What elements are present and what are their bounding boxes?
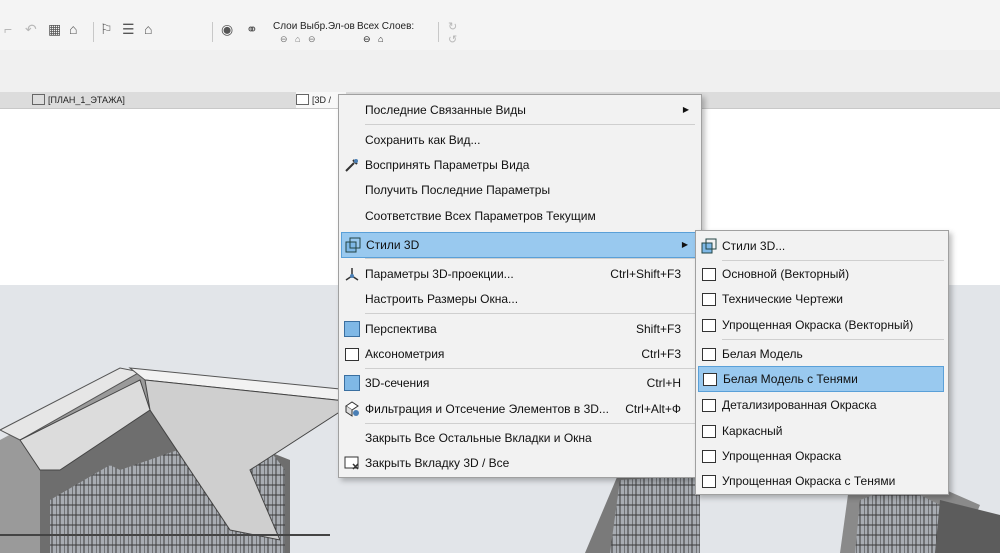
menu-item-shortcut: Ctrl+Shift+F3 xyxy=(610,267,681,281)
render-style-icon xyxy=(701,473,717,489)
menu-item-label: Соответствие Всех Параметров Текущим xyxy=(365,209,596,223)
render-style-icon xyxy=(701,397,717,413)
menu-item-label: Фильтрация и Отсечение Элементов в 3D... xyxy=(365,402,609,416)
render-style-icon xyxy=(701,346,717,362)
render-style-icon xyxy=(701,317,717,333)
submenu-item-label: Упрощенная Окраска с Тенями xyxy=(722,474,896,488)
menu-item-shortcut: Ctrl+Alt+Ф xyxy=(625,402,681,416)
submenu-item-3d-styles-dialog[interactable]: Стили 3D... xyxy=(698,234,944,258)
menu-item-label: Последние Связанные Виды xyxy=(365,103,526,117)
close-tab-icon xyxy=(344,456,359,470)
menu-item-label: Параметры 3D-проекции... xyxy=(365,267,514,281)
submenu-item-label: Детализированная Окраска xyxy=(722,398,877,412)
submenu-item-label: Упрощенная Окраска xyxy=(722,449,842,463)
submenu-arrow-icon: ▶ xyxy=(681,240,688,249)
menu-item-recent-linked-views[interactable]: Последние Связанные Виды ▶ xyxy=(341,98,697,122)
menu-item-pick-up-view-settings[interactable]: Воспринять Параметры Вида xyxy=(341,153,697,177)
context-menu: Последние Связанные Виды ▶ Сохранить как… xyxy=(338,94,702,478)
3d-section-icon xyxy=(344,375,360,391)
submenu-item-detailed-shading[interactable]: Детализированная Окраска xyxy=(698,393,944,417)
menu-separator xyxy=(722,260,944,261)
render-style-icon xyxy=(701,266,717,282)
menu-item-shortcut: Ctrl+F3 xyxy=(641,347,681,361)
submenu-item-white-model[interactable]: Белая Модель xyxy=(698,342,944,366)
menu-item-label: Закрыть Вкладку 3D / Все xyxy=(365,456,510,470)
submenu-item-technical-drawings[interactable]: Технические Чертежи xyxy=(698,287,944,311)
menu-item-3d-sections[interactable]: 3D-сечения Ctrl+H xyxy=(341,371,697,395)
menu-item-label: Стили 3D xyxy=(366,238,420,252)
menu-separator xyxy=(365,313,695,314)
menu-item-label: Воспринять Параметры Вида xyxy=(365,158,530,172)
eyedropper-icon xyxy=(345,159,358,172)
menu-item-label: Аксонометрия xyxy=(365,347,445,361)
perspective-icon xyxy=(344,321,360,337)
submenu-item-simple-shading-vector[interactable]: Упрощенная Окраска (Векторный) xyxy=(698,313,944,337)
menu-separator xyxy=(365,124,695,125)
menu-item-save-as-view[interactable]: Сохранить как Вид... xyxy=(341,128,697,152)
menu-item-perspective[interactable]: Перспектива Shift+F3 xyxy=(341,317,697,341)
menu-item-label: 3D-сечения xyxy=(365,376,430,390)
render-style-icon xyxy=(702,371,718,387)
render-style-icon xyxy=(701,448,717,464)
submenu-item-label: Каркасный xyxy=(722,424,783,438)
menu-item-window-size[interactable]: Настроить Размеры Окна... xyxy=(341,287,697,311)
3d-styles-icon xyxy=(701,238,717,254)
menu-item-get-last-settings[interactable]: Получить Последние Параметры xyxy=(341,178,697,202)
menu-item-match-all-settings[interactable]: Соответствие Всех Параметров Текущим xyxy=(341,204,697,228)
projection-icon xyxy=(345,268,359,281)
menu-item-close-other-tabs[interactable]: Закрыть Все Остальные Вкладки и Окна xyxy=(341,426,697,450)
submenu-item-simple-shading[interactable]: Упрощенная Окраска xyxy=(698,444,944,468)
menu-item-3d-projection-settings[interactable]: Параметры 3D-проекции... Ctrl+Shift+F3 xyxy=(341,262,697,286)
3d-styles-submenu: Стили 3D... Основной (Векторный) Техниче… xyxy=(695,230,949,495)
menu-item-axonometry[interactable]: Аксонометрия Ctrl+F3 xyxy=(341,342,697,366)
submenu-arrow-icon: ▶ xyxy=(682,105,689,114)
submenu-item-label: Технические Чертежи xyxy=(722,292,843,306)
submenu-item-label: Упрощенная Окраска (Векторный) xyxy=(722,318,914,332)
submenu-item-label: Белая Модель xyxy=(722,347,803,361)
menu-item-close-3d-tab[interactable]: Закрыть Вкладку 3D / Все xyxy=(341,451,697,475)
menu-separator xyxy=(365,258,695,259)
menu-separator xyxy=(365,368,695,369)
submenu-item-wireframe[interactable]: Каркасный xyxy=(698,419,944,443)
render-style-icon xyxy=(701,291,717,307)
menu-item-label: Перспектива xyxy=(365,322,437,336)
menu-item-label: Сохранить как Вид... xyxy=(365,133,481,147)
menu-item-filter-and-cut[interactable]: Фильтрация и Отсечение Элементов в 3D...… xyxy=(341,397,697,421)
menu-item-3d-styles[interactable]: Стили 3D ▶ xyxy=(341,232,697,258)
menu-item-label: Закрыть Все Остальные Вкладки и Окна xyxy=(365,431,592,445)
menu-item-shortcut: Shift+F3 xyxy=(635,322,681,336)
submenu-item-simple-shading-shadows[interactable]: Упрощенная Окраска с Тенями xyxy=(698,469,944,493)
menu-separator xyxy=(365,423,695,424)
submenu-item-white-model-shadows[interactable]: Белая Модель с Тенями xyxy=(698,366,944,392)
submenu-item-label: Стили 3D... xyxy=(722,239,786,253)
filter-cut-icon xyxy=(345,401,359,417)
menu-item-label: Настроить Размеры Окна... xyxy=(365,292,519,306)
3d-styles-icon xyxy=(345,237,361,253)
submenu-item-basic-vector[interactable]: Основной (Векторный) xyxy=(698,262,944,286)
menu-item-shortcut: Ctrl+H xyxy=(646,376,681,390)
axonometry-icon xyxy=(344,346,360,362)
submenu-item-label: Белая Модель с Тенями xyxy=(723,372,858,386)
submenu-item-label: Основной (Векторный) xyxy=(722,267,850,281)
render-style-icon xyxy=(701,423,717,439)
menu-item-label: Получить Последние Параметры xyxy=(365,183,551,197)
menu-separator xyxy=(722,339,944,340)
